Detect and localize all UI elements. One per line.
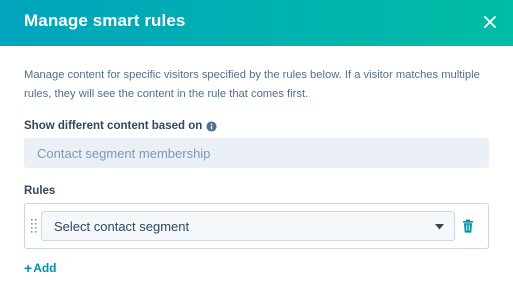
add-rule-label: Add bbox=[33, 261, 57, 275]
dialog-title: Manage smart rules bbox=[24, 11, 186, 30]
drag-handle-icon[interactable] bbox=[30, 218, 38, 236]
dialog-description: Manage content for specific visitors spe… bbox=[24, 69, 480, 100]
show-content-label: Show different content based on bbox=[24, 120, 203, 132]
delete-rule-button[interactable] bbox=[462, 219, 474, 233]
show-content-field: Contact segment membership bbox=[24, 138, 489, 168]
rule-row: Select contact segment bbox=[24, 203, 489, 249]
contact-segment-select[interactable]: Select contact segment bbox=[41, 211, 455, 241]
caret-down-icon bbox=[435, 224, 444, 230]
show-content-label-row: Show different content based on bbox=[24, 120, 217, 132]
info-icon[interactable] bbox=[206, 120, 217, 132]
close-icon bbox=[484, 16, 496, 28]
dialog-header: Manage smart rules bbox=[0, 0, 513, 46]
select-value: Select contact segment bbox=[54, 219, 190, 234]
add-rule-button[interactable]: + Add bbox=[24, 261, 57, 275]
plus-icon: + bbox=[24, 260, 33, 276]
trash-icon bbox=[463, 219, 473, 233]
close-button[interactable] bbox=[479, 11, 501, 33]
rules-label: Rules bbox=[24, 185, 56, 197]
